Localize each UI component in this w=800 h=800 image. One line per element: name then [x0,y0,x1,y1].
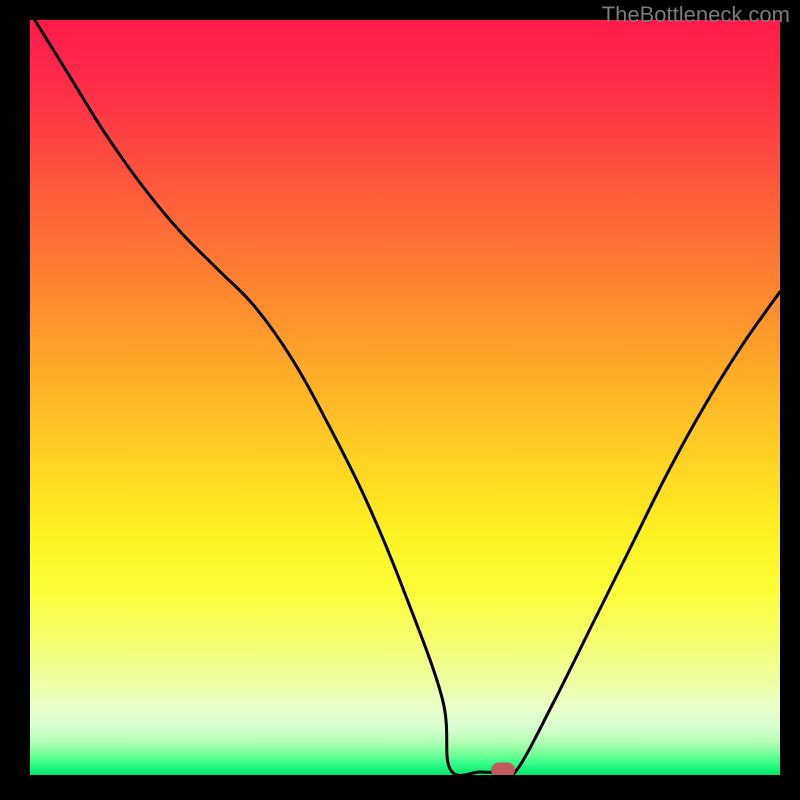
minimum-marker [491,763,515,776]
plot-area [30,20,780,775]
watermark-text: TheBottleneck.com [602,2,790,28]
bottleneck-curve [30,20,780,775]
chart-frame: TheBottleneck.com [0,0,800,800]
curve-svg [30,20,780,775]
